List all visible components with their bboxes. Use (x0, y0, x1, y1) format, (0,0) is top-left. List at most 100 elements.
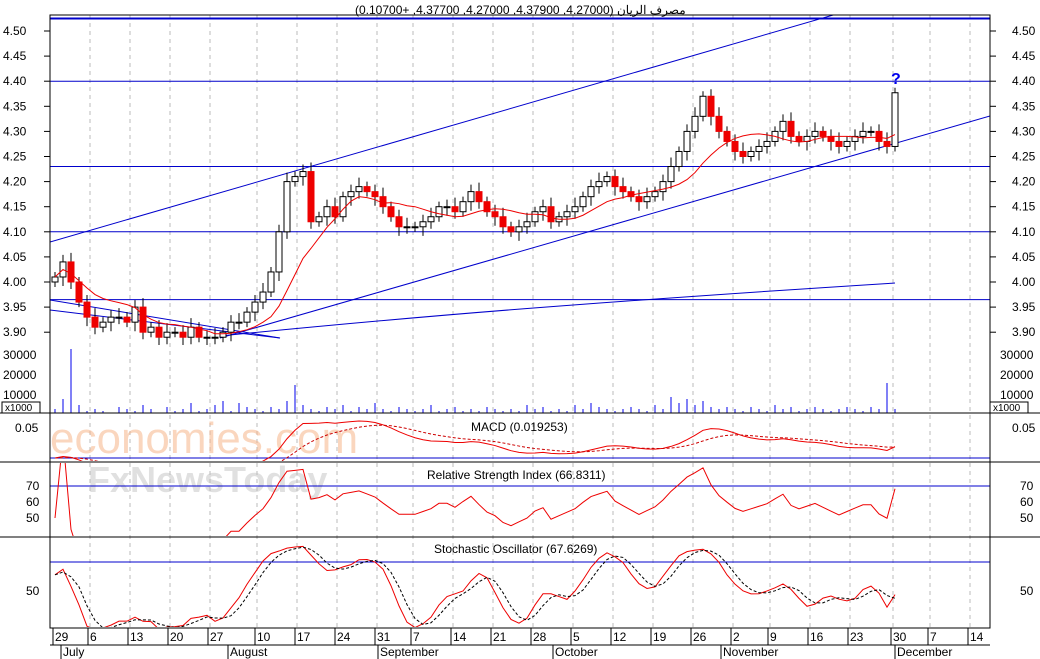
volume-unit-label: x1000 (5, 403, 33, 414)
candle-up (691, 115, 699, 132)
candle-down (835, 140, 843, 147)
date-label: 20 (170, 630, 184, 644)
trend-curve (219, 282, 896, 337)
date-label: 26 (693, 630, 707, 644)
date-label: 16 (810, 630, 824, 644)
stochastic-d-line (54, 546, 896, 627)
date-label: 28 (533, 630, 547, 644)
candle-down (331, 206, 339, 218)
rsi-tick-right: 60 (1020, 495, 1034, 509)
price-tick-label-left: 4.35 (3, 99, 27, 113)
price-tick-label-right: 4.15 (1012, 200, 1036, 214)
date-label: 21 (493, 630, 507, 644)
candle-up (515, 226, 523, 233)
candle-up (859, 130, 867, 137)
stoch-tick-right: 50 (1020, 584, 1034, 598)
price-tick-label-left: 4.20 (3, 175, 27, 189)
candle-down (371, 191, 379, 198)
price-tick-label-right: 4.35 (1012, 99, 1036, 113)
candle-down (91, 316, 99, 328)
chart-title: مصرف الريان (4.27000, 4.37900, 4.27000, … (355, 3, 686, 17)
price-tick-label-left: 3.90 (3, 325, 27, 339)
candle-down (739, 150, 747, 157)
candle-down (819, 130, 827, 137)
gridlines (89, 15, 971, 628)
volume-tick-label-left: 20000 (3, 368, 37, 382)
candle-down (475, 191, 483, 203)
question-marker: ? (891, 71, 901, 88)
candle-down (139, 306, 147, 333)
price-tick-label-left: 4.50 (3, 24, 27, 38)
candle-up (163, 331, 171, 338)
date-label: 13 (130, 630, 144, 644)
price-tick-label-right: 4.40 (1012, 74, 1036, 88)
candle-down (611, 176, 619, 188)
price-tick-label-right: 4.20 (1012, 175, 1036, 189)
trend-lines (50, 15, 990, 339)
candle-down (499, 216, 507, 228)
candle-up (187, 326, 195, 338)
volume-bars (54, 349, 896, 413)
date-label: 12 (613, 630, 627, 644)
macd-tick-left: 0.05 (15, 421, 39, 435)
macd-title: MACD (0.019253) (471, 420, 568, 434)
candle-up (227, 321, 235, 333)
volume-unit-label: x1000 (993, 403, 1021, 414)
stochastic-panel (50, 545, 990, 627)
stochastic-title: Stochastic Oscillator (67.6269) (434, 542, 597, 556)
candle-up (747, 150, 755, 157)
stock-chart: economies.com FxNewsToday 3.90 3.90 3.95 3.… (0, 3, 1040, 659)
candle-up (443, 206, 451, 209)
volume-tick-label-left: 30000 (3, 348, 37, 362)
candle-down (491, 211, 499, 218)
candle-up (259, 291, 267, 303)
candle-down (635, 196, 643, 203)
candle-up (763, 140, 771, 147)
candle-up (323, 206, 331, 218)
candle-up (587, 186, 595, 198)
candle-up (291, 176, 299, 183)
date-label: 5 (573, 630, 580, 644)
candle-down (787, 120, 795, 137)
date-label: 7 (930, 630, 937, 644)
candle-down (75, 281, 83, 303)
candle-down (363, 186, 371, 193)
candle-up (419, 221, 427, 228)
candle-up (643, 196, 651, 203)
price-tick-label-right: 4.05 (1012, 250, 1036, 264)
date-label: 31 (377, 630, 391, 644)
date-label: 14 (453, 630, 467, 644)
candle-down (875, 130, 883, 142)
candle-up (755, 145, 763, 152)
candle-down (395, 216, 403, 228)
date-label: 24 (337, 630, 351, 644)
candle-down (795, 135, 803, 142)
candle-up (243, 311, 251, 323)
candle-down (707, 95, 715, 117)
trend-line (50, 15, 836, 243)
candle-down (379, 196, 387, 208)
price-tick-label-left: 4.30 (3, 124, 27, 138)
rsi-tick-right: 70 (1020, 479, 1034, 493)
candle-down (723, 130, 731, 142)
rsi-tick-left: 50 (26, 511, 40, 525)
volume-tick-label-left: 10000 (3, 388, 37, 402)
candle-up (403, 226, 411, 229)
candle-up (531, 211, 539, 223)
candle-up (683, 130, 691, 152)
moving-average-line (54, 133, 896, 335)
candle-up (147, 326, 155, 333)
date-label: 30 (893, 630, 907, 644)
candle-up (435, 206, 443, 218)
price-tick-label-left: 4.15 (3, 200, 27, 214)
candle-down (619, 186, 627, 193)
candle-up (107, 316, 115, 323)
candle-up (667, 166, 675, 183)
candle-up (299, 171, 307, 178)
candle-up (811, 130, 819, 137)
price-tick-label-left: 4.40 (3, 74, 27, 88)
candle-up (411, 226, 419, 229)
price-tick-label-right: 4.10 (1012, 225, 1036, 239)
rsi-tick-left: 70 (26, 479, 40, 493)
candle-up (51, 276, 59, 283)
